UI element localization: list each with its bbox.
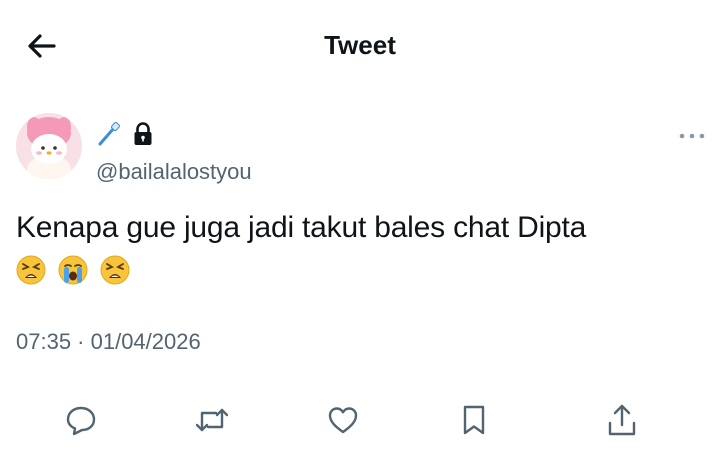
tweet-emojis xyxy=(16,255,130,289)
bookmark-icon xyxy=(463,405,485,435)
like-icon xyxy=(328,407,358,434)
tired-face-emoji xyxy=(16,255,46,285)
tweet-timestamp[interactable]: 07:35 · 01/04/2026 xyxy=(16,327,201,357)
more-options-button[interactable] xyxy=(678,128,706,144)
tweet-text: Kenapa gue juga jadi takut bales chat Di… xyxy=(16,211,587,244)
tweet-actions xyxy=(0,400,720,440)
tired-face-emoji xyxy=(100,255,130,285)
avatar-image xyxy=(16,113,82,179)
share-icon xyxy=(608,404,636,436)
display-name[interactable] xyxy=(96,120,156,148)
header: Tweet xyxy=(0,0,720,90)
share-button[interactable] xyxy=(604,400,640,440)
user-handle[interactable]: @bailalalostyou xyxy=(96,158,252,186)
lock-icon xyxy=(134,122,152,145)
toothbrush-emoji xyxy=(98,122,120,146)
loudly-crying-face-emoji xyxy=(58,255,88,285)
retweet-button[interactable] xyxy=(194,400,230,440)
reply-button[interactable] xyxy=(63,400,99,440)
more-icon xyxy=(679,133,705,139)
reply-icon xyxy=(66,406,96,436)
bookmark-button[interactable] xyxy=(456,400,492,440)
retweet-icon xyxy=(195,408,229,432)
like-button[interactable] xyxy=(325,400,361,440)
avatar[interactable] xyxy=(16,113,82,179)
page-title: Tweet xyxy=(324,30,396,60)
